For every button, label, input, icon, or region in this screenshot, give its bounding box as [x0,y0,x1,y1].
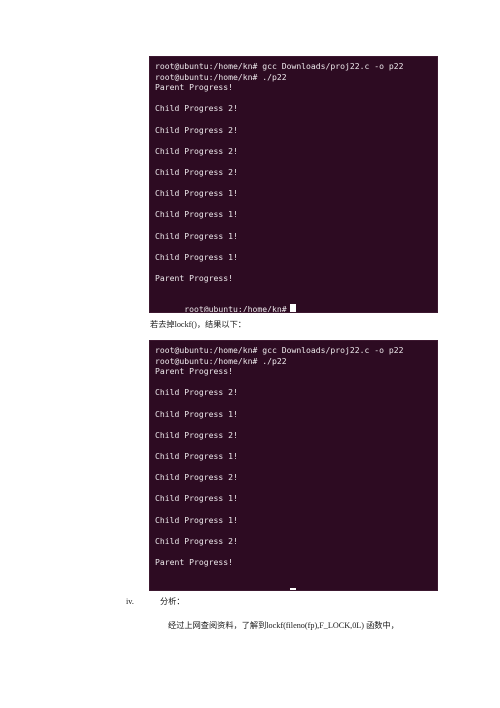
terminal-nolockf-blank-line [155,462,437,473]
terminal-lockf-line: Child Progress 2! [155,103,238,114]
cursor-block-icon [289,588,296,590]
terminal-nolockf-blank-line [155,398,437,409]
list-marker: iv. [126,597,134,606]
terminal-nolockf-blank-line [155,504,437,515]
terminal-output-nolockf: root@ubuntu:/home/kn# gcc Downloads/proj… [155,345,437,578]
terminal-nolockf-line: Child Progress 2! [155,472,238,483]
terminal-lockf-blank-line [155,135,437,146]
terminal-nolockf-blank-line [155,546,437,557]
terminal-lockf-line: Parent Progress! [155,82,233,93]
terminal-lockf-blank-line [155,93,437,104]
terminal-nolockf-line: Child Progress 1! [155,514,238,525]
terminal-nolockf-line: Child Progress 1! [155,493,238,504]
terminal-lockf-line: Child Progress 1! [155,251,238,262]
terminal-lockf-blank-line [155,220,437,231]
terminal-lockf-line: Child Progress 2! [155,124,238,135]
terminal-lockf-line: root@ubuntu:/home/kn# ./p22 [155,71,287,82]
terminal-lockf-blank-line [155,178,437,189]
terminal-lockf-blank-line [155,283,437,294]
document-page: root@ubuntu:/home/kn# gcc Downloads/proj… [0,0,500,708]
terminal-lockf-line: Child Progress 2! [155,145,238,156]
shell-prompt: root@ubuntu:/home/kn# [184,304,287,313]
terminal-nolockf-blank-line [155,483,437,494]
terminal-nolockf-blank-line [155,377,437,388]
analysis-heading: iv. 分析： [126,596,185,608]
terminal-lockf-blank-line [155,156,437,167]
terminal-window-with-lockf[interactable]: root@ubuntu:/home/kn# gcc Downloads/proj… [149,56,438,313]
terminal-lockf-blank-line [155,241,437,252]
terminal-lockf-line: Child Progress 1! [155,230,238,241]
terminal-nolockf-blank-line [155,525,437,536]
caption-without-lockf: 若去掉lockf()，结果以下： [150,320,246,329]
terminal-lockf-line: Child Progress 1! [155,209,238,220]
terminal-nolockf-blank-line [155,440,437,451]
terminal-nolockf-line: Child Progress 1! [155,408,238,419]
terminal-nolockf-line: Child Progress 2! [155,535,238,546]
terminal-nolockf-line: Parent Progress! [155,556,233,567]
terminal-nolockf-blank-line [155,567,437,578]
terminal-window-without-lockf[interactable]: root@ubuntu:/home/kn# gcc Downloads/proj… [149,340,438,591]
terminal-nolockf-line: Child Progress 2! [155,429,238,440]
terminal-lockf-line: root@ubuntu:/home/kn# gcc Downloads/proj… [155,61,404,71]
analysis-heading-label: 分析： [160,597,185,606]
terminal-nolockf-line: root@ubuntu:/home/kn# ./p22 [155,355,287,366]
terminal-nolockf-line: root@ubuntu:/home/kn# gcc Downloads/proj… [155,345,404,355]
terminal-lockf-blank-line [155,114,437,125]
terminal-nolockf-line: Child Progress 1! [155,450,238,461]
terminal-lockf-line: Child Progress 1! [155,188,238,199]
terminal-prompt-line-lockf: root@ubuntu:/home/kn# [155,294,437,313]
shell-prompt: root@ubuntu:/home/kn# [184,588,286,590]
terminal-prompt-line-nolockf: root@ubuntu:/home/kn# [155,578,437,590]
terminal-nolockf-line: Child Progress 2! [155,387,238,398]
terminal-nolockf-blank-line [155,419,437,430]
terminal-lockf-blank-line [155,262,437,273]
terminal-nolockf-line: Parent Progress! [155,366,233,377]
terminal-lockf-blank-line [155,199,437,210]
terminal-lockf-line: Parent Progress! [155,272,233,283]
analysis-paragraph: 经过上网查阅资料，了解到lockf(fileno(fp),F_LOCK,0L) … [168,621,399,630]
cursor-block-icon [289,304,296,312]
terminal-lockf-line: Child Progress 2! [155,166,238,177]
terminal-output-lockf: root@ubuntu:/home/kn# gcc Downloads/proj… [155,61,437,294]
